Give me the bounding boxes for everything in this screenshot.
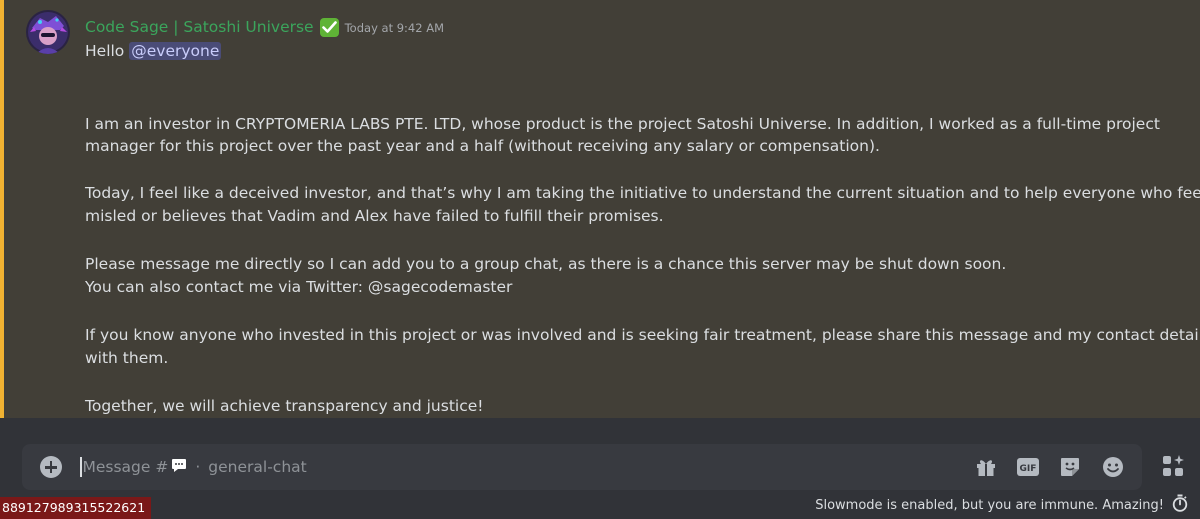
avatar[interactable] (26, 10, 70, 54)
message-line: I am an investor in CRYPTOMERIA LABS PTE… (85, 115, 1160, 133)
gift-icon[interactable] (975, 456, 997, 482)
message-line: Today, I feel like a deceived investor, … (85, 184, 1200, 202)
username[interactable]: Code Sage | Satoshi Universe (85, 18, 314, 36)
message-greeting: Hello @everyone (85, 40, 222, 62)
chat-bubble-icon (171, 458, 187, 477)
message-header: Code Sage | Satoshi Universe Today at 9:… (85, 15, 444, 39)
greeting-text: Hello (85, 42, 125, 60)
slowmode-notice: Slowmode is enabled, but you are immune.… (815, 494, 1188, 516)
gif-label: GIF (1020, 464, 1037, 474)
apps-icon[interactable] (1160, 453, 1186, 483)
slowmode-text: Slowmode is enabled, but you are immune.… (815, 497, 1164, 513)
message-id-label: 889127989315522621 (0, 497, 152, 519)
message-composer[interactable]: Message # · general-chat GIF (22, 444, 1142, 490)
message-line: Please message me directly so I can add … (85, 255, 1007, 273)
message-line: manager for this project over the past y… (85, 137, 880, 155)
separator: · (195, 458, 201, 476)
add-attachment-icon[interactable] (40, 456, 62, 478)
message-input[interactable]: Message # · general-chat (80, 457, 307, 477)
timestamp: Today at 9:42 AM (344, 21, 445, 35)
sticker-icon[interactable] (1059, 456, 1081, 482)
stopwatch-icon (1172, 494, 1188, 516)
text-caret (80, 457, 82, 477)
message-line: misled or believes that Vadim and Alex h… (85, 207, 664, 225)
checkmark-icon (319, 17, 339, 37)
message-line: If you know anyone who invested in this … (85, 326, 1200, 344)
emoji-icon[interactable] (1102, 456, 1124, 482)
placeholder-prefix: Message # (82, 458, 169, 476)
channel-name: general-chat (208, 458, 307, 476)
message-line: Together, we will achieve transparency a… (85, 397, 484, 415)
gif-icon[interactable]: GIF (1016, 456, 1040, 482)
message-line: You can also contact me via Twitter: @sa… (85, 278, 513, 296)
message-container: Code Sage | Satoshi Universe Today at 9:… (0, 0, 1200, 418)
mention-everyone[interactable]: @everyone (129, 42, 222, 60)
message-line: with them. (85, 349, 169, 367)
